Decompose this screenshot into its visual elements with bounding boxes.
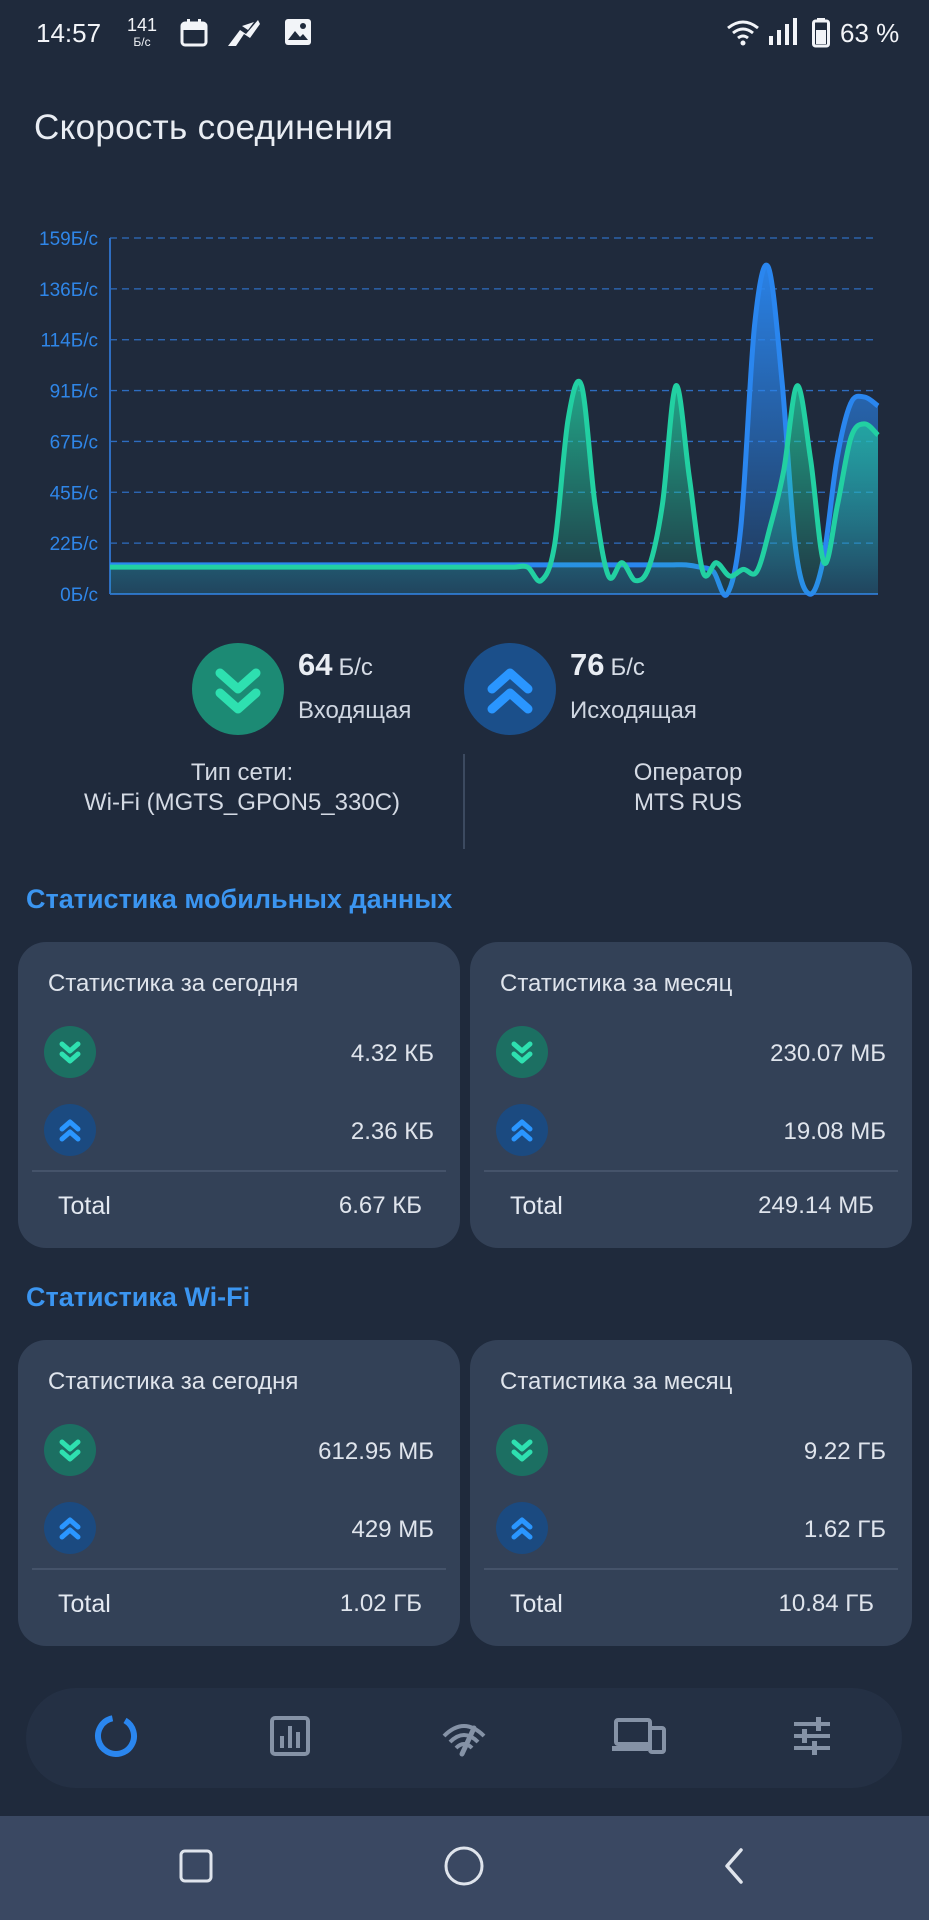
chart-y-tick-label: 45Б/с xyxy=(50,483,98,504)
home-button[interactable] xyxy=(442,1846,486,1890)
network-operator: Оператор MTS RUS xyxy=(468,758,908,818)
statistics-icon xyxy=(268,1714,312,1763)
download-value: 230.07 МБ xyxy=(770,1040,886,1067)
total-label: Total xyxy=(58,1192,111,1220)
incoming-speed-label: Входящая xyxy=(298,697,412,724)
card-title: Статистика за сегодня xyxy=(48,970,299,997)
download-icon xyxy=(496,1424,548,1476)
incoming-speed-unit: Б/с xyxy=(338,654,373,681)
download-icon xyxy=(44,1424,96,1476)
card-divider xyxy=(32,1170,446,1172)
calendar-icon xyxy=(180,18,208,53)
upload-value: 19.08 МБ xyxy=(783,1118,886,1145)
download-value: 9.22 ГБ xyxy=(803,1438,886,1465)
total-label: Total xyxy=(58,1590,111,1618)
upload-value: 429 МБ xyxy=(351,1516,434,1543)
wifi-icon xyxy=(726,20,760,51)
nav-settings[interactable] xyxy=(784,1710,840,1766)
card-divider xyxy=(484,1170,898,1172)
download-icon xyxy=(496,1026,548,1078)
wifi-stats-title: Статистика Wi-Fi xyxy=(26,1282,251,1312)
wifi-month-card[interactable]: Статистика за месяц 9.22 ГБ 1.62 ГБ Tota… xyxy=(470,1340,912,1646)
chart-y-tick-label: 114Б/с xyxy=(40,331,98,352)
network-operator-value: MTS RUS xyxy=(634,789,742,816)
chart-y-tick-label: 22Б/с xyxy=(50,534,98,555)
status-net-speed-value: 141 xyxy=(126,15,158,35)
outgoing-speed-value: 76 Б/с xyxy=(570,647,645,683)
download-icon xyxy=(44,1026,96,1078)
outgoing-speed-label: Исходящая xyxy=(570,697,697,724)
network-operator-label: Оператор xyxy=(633,759,743,786)
network-type-label: Тип сети: xyxy=(190,759,294,786)
nav-speedtest[interactable] xyxy=(436,1710,492,1766)
status-net-speed-unit: Б/с xyxy=(133,35,151,49)
system-navigation-bar xyxy=(0,1816,929,1920)
upload-icon xyxy=(464,643,556,735)
mobile-stats-title: Статистика мобильных данных xyxy=(26,884,453,914)
speedtest-icon xyxy=(440,1714,488,1763)
network-type: Тип сети: Wi-Fi (MGTS_GPON5_330C) xyxy=(22,758,462,818)
incoming-speed-number: 64 xyxy=(298,647,333,682)
image-icon xyxy=(284,18,312,51)
back-arrow-icon xyxy=(719,1846,749,1891)
upload-icon xyxy=(496,1104,548,1156)
circle-icon xyxy=(442,1844,486,1893)
total-value: 6.67 КБ xyxy=(338,1192,422,1219)
total-label: Total xyxy=(510,1192,563,1220)
page-title: Скорость соединения xyxy=(34,108,394,147)
download-value: 4.32 КБ xyxy=(350,1040,434,1067)
info-divider xyxy=(463,754,465,849)
status-time: 14:57 xyxy=(36,18,102,48)
upload-icon xyxy=(44,1502,96,1554)
battery-icon xyxy=(812,18,830,53)
mobile-today-card[interactable]: Статистика за сегодня 4.32 КБ 2.36 КБ To… xyxy=(18,942,460,1248)
mobile-month-card[interactable]: Статистика за месяц 230.07 МБ 19.08 МБ T… xyxy=(470,942,912,1248)
outgoing-speed-unit: Б/с xyxy=(610,654,645,681)
incoming-speed-value: 64 Б/с xyxy=(298,647,373,683)
upload-value: 2.36 КБ xyxy=(350,1118,434,1145)
total-value: 249.14 МБ xyxy=(758,1192,874,1219)
chart-y-tick-label: 136Б/с xyxy=(39,280,98,301)
nav-statistics[interactable] xyxy=(262,1710,318,1766)
total-value: 1.02 ГБ xyxy=(339,1590,422,1617)
card-title: Статистика за месяц xyxy=(500,1368,733,1395)
bottom-navigation xyxy=(26,1688,902,1788)
recent-apps-button[interactable] xyxy=(174,1846,218,1890)
nav-devices[interactable] xyxy=(610,1710,666,1766)
outgoing-speed: 76 Б/с Исходящая xyxy=(464,643,724,737)
download-value: 612.95 МБ xyxy=(318,1438,434,1465)
battery-percent: 63 % xyxy=(840,18,900,48)
chart-y-tick-label: 67Б/с xyxy=(50,432,98,453)
card-title: Статистика за месяц xyxy=(500,970,733,997)
upload-icon xyxy=(496,1502,548,1554)
speed-chart: 159Б/с 136Б/с 114Б/с 91Б/с 67Б/с 45Б/с 22Б/с 0Б… xyxy=(39,229,880,606)
devices-icon xyxy=(610,1714,666,1763)
chart-y-tick-label: 0Б/с xyxy=(60,585,98,606)
card-title: Статистика за сегодня xyxy=(48,1368,299,1395)
square-icon xyxy=(178,1848,214,1889)
card-divider xyxy=(484,1568,898,1570)
app-icon xyxy=(226,18,262,53)
chart-y-tick-label: 159Б/с xyxy=(39,229,98,250)
speed-dashboard-icon xyxy=(92,1712,140,1765)
download-icon xyxy=(192,643,284,735)
status-net-speed: 141 Б/с xyxy=(122,16,162,48)
status-bar: 14:57 141 Б/с 63 % xyxy=(0,0,929,68)
outgoing-speed-number: 76 xyxy=(570,647,605,682)
back-button[interactable] xyxy=(712,1846,756,1890)
chart-y-tick-label: 91Б/с xyxy=(50,382,98,403)
wifi-today-card[interactable]: Статистика за сегодня 612.95 МБ 429 МБ T… xyxy=(18,1340,460,1646)
incoming-speed: 64 Б/с Входящая xyxy=(192,643,442,737)
nav-speed-dashboard[interactable] xyxy=(88,1710,144,1766)
upload-value: 1.62 ГБ xyxy=(803,1516,886,1543)
upload-icon xyxy=(44,1104,96,1156)
signal-icon xyxy=(768,18,798,51)
total-label: Total xyxy=(510,1590,563,1618)
settings-icon xyxy=(790,1714,834,1763)
total-value: 10.84 ГБ xyxy=(778,1590,874,1617)
card-divider xyxy=(32,1568,446,1570)
network-type-value: Wi-Fi (MGTS_GPON5_330C) xyxy=(83,789,401,816)
